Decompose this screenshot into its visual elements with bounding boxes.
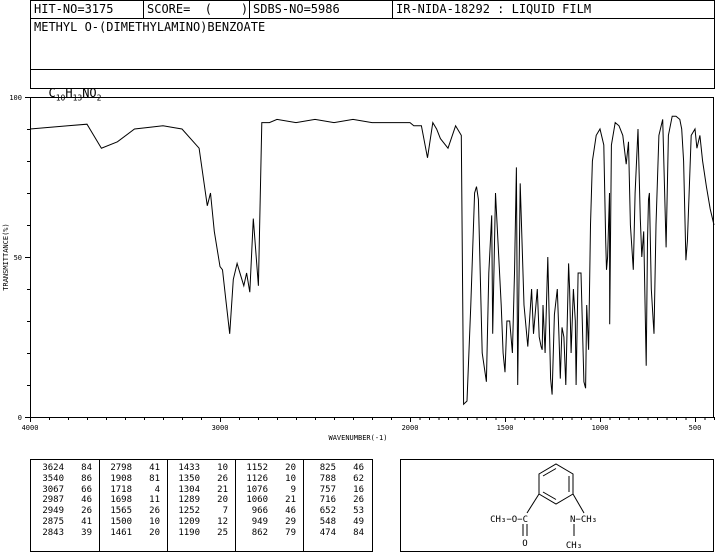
- peak-wavenumber: 1350: [178, 473, 200, 484]
- peak-transmittance: 53: [353, 506, 364, 517]
- peak-transmittance: 10: [217, 463, 228, 473]
- peak-wavenumber: 1289: [178, 495, 200, 506]
- peak-wavenumber: 1126: [246, 473, 268, 484]
- peak-wavenumber: 3624: [42, 463, 64, 473]
- peak-transmittance: 9: [290, 484, 296, 495]
- peak-wavenumber: 2875: [42, 517, 64, 527]
- y-tick-label: 0: [18, 414, 22, 422]
- x-tick-label: 1500: [497, 424, 514, 432]
- spectrum-trace: [29, 115, 715, 406]
- x-tick-label: 1000: [592, 424, 609, 432]
- peak-transmittance: 62: [353, 473, 364, 484]
- peak-wavenumber: 1565: [110, 506, 132, 517]
- peak-transmittance: 66: [81, 484, 92, 495]
- y-tick-label: 50: [14, 254, 22, 262]
- peak-wavenumber: 1304: [178, 484, 200, 495]
- y-axis-label: TRANSMITTANCE(%): [2, 223, 10, 290]
- peak-transmittance: 41: [81, 517, 92, 527]
- x-tick-label: 3000: [212, 424, 229, 432]
- peak-transmittance: 7: [222, 506, 228, 517]
- peak-wavenumber: 1076: [246, 484, 268, 495]
- carbonyl-oxygen-label: O: [522, 539, 527, 549]
- x-axis-label: WAVENUMBER(-1): [328, 434, 387, 442]
- peak-wavenumber: 1060: [246, 495, 268, 506]
- ester-group-label: CH₃−O−C: [490, 515, 528, 525]
- ring-double-bond-3: [542, 491, 557, 500]
- peak-wavenumber: 949: [251, 517, 268, 527]
- peak-transmittance: 86: [81, 473, 92, 484]
- y-tick-label: 100: [9, 94, 22, 102]
- benzene-ring: [538, 463, 574, 505]
- peak-wavenumber: 1209: [178, 517, 200, 527]
- peak-transmittance: 46: [353, 463, 364, 473]
- peak-transmittance: 46: [285, 506, 296, 517]
- bond-ring-to-nitrogen: [572, 493, 585, 514]
- peak-transmittance: 21: [285, 495, 296, 506]
- peak-transmittance: 26: [149, 506, 160, 517]
- peak-wavenumber: 1908: [110, 473, 132, 484]
- ring-double-bond-1: [542, 468, 557, 477]
- peak-transmittance: 25: [217, 527, 228, 538]
- peak-wavenumber: 1152: [246, 463, 268, 473]
- peak-wavenumber: 1433: [178, 463, 200, 473]
- peak-wavenumber: 862: [251, 527, 268, 538]
- peak-transmittance: 84: [81, 463, 92, 473]
- bond-ring-to-carbonyl: [526, 493, 540, 514]
- peak-wavenumber: 966: [251, 506, 268, 517]
- peak-wavenumber: 2798: [110, 463, 132, 473]
- peak-transmittance: 46: [81, 495, 92, 506]
- peak-transmittance: 20: [217, 495, 228, 506]
- peak-transmittance: 26: [353, 495, 364, 506]
- peak-transmittance: 29: [285, 517, 296, 527]
- peak-wavenumber: 788: [319, 473, 336, 484]
- amine-methyl-label: CH₃: [566, 541, 582, 551]
- peak-wavenumber: 3067: [42, 484, 64, 495]
- peak-transmittance: 81: [149, 473, 160, 484]
- peak-wavenumber: 652: [319, 506, 336, 517]
- peak-wavenumber: 1461: [110, 527, 132, 538]
- x-tick-label: 2000: [402, 424, 419, 432]
- peak-wavenumber: 2949: [42, 506, 64, 517]
- peak-transmittance: 26: [81, 506, 92, 517]
- peak-transmittance: 12: [217, 517, 228, 527]
- peak-transmittance: 4: [154, 484, 160, 495]
- peak-wavenumber: 1718: [110, 484, 132, 495]
- chemical-structure: CH₃−O−C O N−CH₃ CH₃: [490, 463, 597, 551]
- peak-transmittance: 20: [285, 463, 296, 473]
- peak-wavenumber: 548: [319, 517, 336, 527]
- peak-wavenumber: 2843: [42, 527, 64, 538]
- peak-wavenumber: 1500: [110, 517, 132, 527]
- peak-wavenumber: 1190: [178, 527, 200, 538]
- peak-transmittance: 79: [285, 527, 296, 538]
- amine-group-label: N−CH₃: [570, 515, 597, 525]
- peak-transmittance: 20: [149, 527, 160, 538]
- peak-transmittance: 41: [149, 463, 160, 473]
- peak-transmittance: 10: [149, 517, 160, 527]
- peak-wavenumber: 474: [319, 527, 336, 538]
- x-tick-label: 500: [689, 424, 702, 432]
- peak-transmittance: 84: [353, 527, 364, 538]
- peak-wavenumber: 716: [319, 495, 336, 506]
- peak-wavenumber: 1252: [178, 506, 200, 517]
- peak-transmittance: 49: [353, 517, 364, 527]
- peak-transmittance: 11: [149, 495, 160, 506]
- peak-transmittance: 10: [285, 473, 296, 484]
- x-tick-label: 4000: [22, 424, 39, 432]
- peak-wavenumber: 757: [319, 484, 336, 495]
- peak-transmittance: 21: [217, 484, 228, 495]
- peak-wavenumber: 1698: [110, 495, 132, 506]
- peak-wavenumber: 3540: [42, 473, 64, 484]
- peak-wavenumber: 2987: [42, 495, 64, 506]
- peak-wavenumber: 825: [319, 463, 336, 473]
- ir-spectrum-chart: 4000 3000 2000 1500 1000 500100500 WAVENUMBER…: [2, 94, 715, 442]
- peak-transmittance: 26: [217, 473, 228, 484]
- peak-transmittance: 16: [353, 484, 364, 495]
- peak-transmittance: 39: [81, 527, 92, 538]
